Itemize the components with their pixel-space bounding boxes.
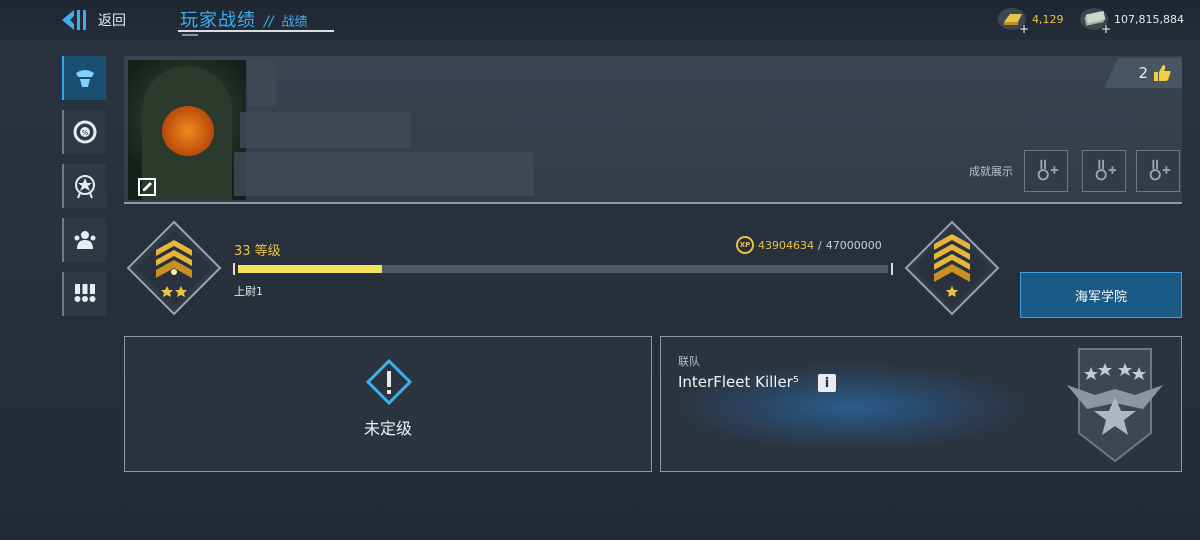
sidebar-item-medals[interactable] bbox=[62, 272, 106, 316]
achievement-slot-2[interactable] bbox=[1082, 150, 1126, 192]
current-rank-badge-icon bbox=[126, 220, 222, 316]
title-underline bbox=[178, 30, 334, 32]
top-bar: 返回 玩家战绩 // 战绩 + 4,129 + 107,815,884 bbox=[0, 0, 1200, 40]
naval-academy-button[interactable]: 海军学院 bbox=[1020, 272, 1182, 318]
xp-current: 43904634 bbox=[758, 238, 814, 252]
cash-icon: + bbox=[1080, 8, 1111, 36]
unrated-label: 未定级 bbox=[363, 419, 412, 438]
medal-add-icon bbox=[1149, 159, 1171, 181]
profile-card: 2 成就展示 bbox=[124, 56, 1182, 204]
fleet-panel[interactable]: 联队 InterFleet Killer⁵ i bbox=[660, 336, 1182, 472]
title-dash bbox=[182, 34, 198, 36]
edit-avatar-button[interactable] bbox=[136, 176, 158, 198]
gold-bar-icon: + bbox=[998, 8, 1029, 36]
sidebar-item-achievements[interactable] bbox=[62, 164, 106, 208]
achievements-label: 成就展示 bbox=[969, 165, 1013, 178]
xp-progress-fill bbox=[238, 265, 383, 273]
xp-separator: / bbox=[818, 238, 822, 252]
info-icon[interactable]: i bbox=[818, 374, 836, 392]
medal-add-icon bbox=[1095, 159, 1117, 181]
pumpkin-face-icon bbox=[162, 106, 214, 156]
level-label: 33 等级 bbox=[234, 244, 281, 259]
fleet-emblem-icon bbox=[1067, 348, 1163, 463]
sidebar-item-stats[interactable]: % bbox=[62, 110, 106, 154]
next-rank-badge-icon bbox=[904, 220, 1000, 316]
achievement-slot-1[interactable] bbox=[1024, 150, 1068, 192]
player-avatar bbox=[128, 60, 246, 200]
fleet-name: InterFleet Killer⁵ bbox=[678, 373, 799, 391]
star-emblem-icon bbox=[75, 175, 95, 199]
cash-amount: 107,815,884 bbox=[1114, 12, 1184, 26]
redacted-detail-block bbox=[234, 152, 534, 196]
likes-counter[interactable]: 2 bbox=[1104, 58, 1182, 88]
redacted-info-block bbox=[240, 112, 410, 148]
page-title-separator: // bbox=[264, 14, 274, 30]
thumbs-up-icon bbox=[1154, 65, 1171, 81]
percentage-icon: % bbox=[73, 120, 97, 144]
medal-add-icon bbox=[1037, 159, 1059, 181]
page-title: 玩家战绩 // 战绩 bbox=[180, 6, 307, 32]
xp-max: 47000000 bbox=[825, 238, 882, 252]
medals-icon bbox=[74, 284, 96, 302]
xp-progress-bar bbox=[233, 263, 893, 275]
edit-icon bbox=[138, 178, 156, 196]
gold-amount: 4,129 bbox=[1032, 12, 1064, 26]
warning-icon bbox=[366, 359, 412, 405]
redacted-name-block bbox=[248, 62, 276, 106]
cash-currency[interactable]: + 107,815,884 bbox=[1080, 8, 1184, 36]
xp-progress-track bbox=[238, 265, 888, 273]
gold-currency[interactable]: + 4,129 bbox=[998, 8, 1064, 36]
xp-readout: XP 43904634 / 47000000 bbox=[736, 236, 882, 254]
rank-name: 上尉1 bbox=[234, 285, 263, 298]
page-title-sub: 战绩 bbox=[281, 15, 308, 30]
add-gold-icon[interactable]: + bbox=[1019, 22, 1029, 36]
svg-text:%: % bbox=[82, 129, 89, 137]
crew-icon bbox=[74, 231, 96, 249]
likes-count: 2 bbox=[1138, 64, 1148, 82]
captain-icon bbox=[76, 70, 94, 87]
sidebar-item-crew[interactable] bbox=[62, 218, 106, 262]
xp-icon: XP bbox=[736, 236, 754, 254]
page-title-main: 玩家战绩 bbox=[180, 10, 256, 31]
achievement-slot-3[interactable] bbox=[1136, 150, 1180, 192]
back-button[interactable]: 返回 bbox=[60, 6, 126, 34]
back-arrow-icon bbox=[62, 10, 86, 30]
add-cash-icon[interactable]: + bbox=[1101, 22, 1111, 36]
fleet-heading: 联队 bbox=[678, 355, 700, 368]
sidebar-item-captain[interactable] bbox=[62, 56, 106, 100]
ranked-panel: 未定级 bbox=[124, 336, 652, 472]
back-label: 返回 bbox=[98, 13, 126, 29]
